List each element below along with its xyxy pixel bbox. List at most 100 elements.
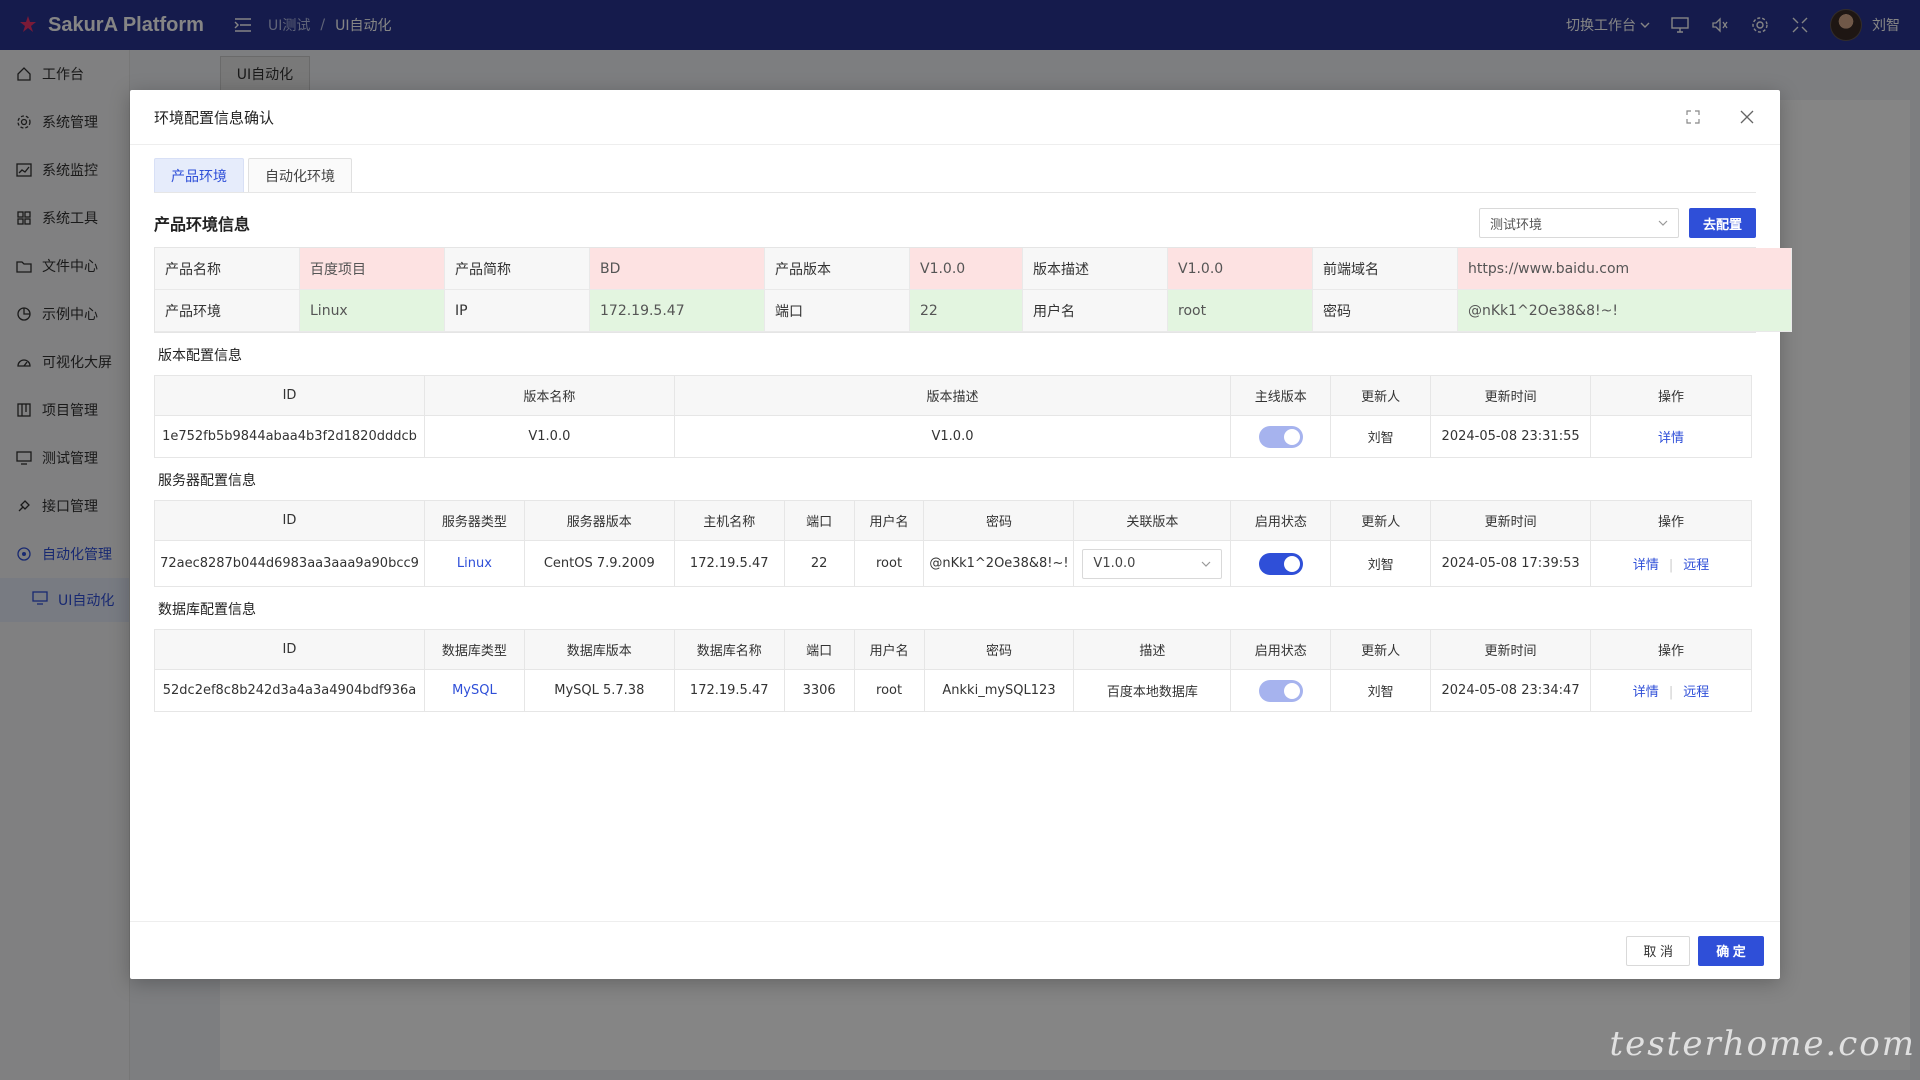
product-info-grid: 产品名称 百度项目 产品简称 BD 产品版本 V1.0.0 版本描述 V1.0.… (154, 247, 1792, 333)
info-label: 产品版本 (765, 248, 910, 290)
info-label: IP (445, 290, 590, 332)
cell-enabled (1230, 669, 1332, 712)
db-table: ID 数据库类型 数据库版本 数据库名称 端口 用户名 密码 描述 启用状态 更… (154, 629, 1752, 712)
info-value: V1.0.0 (910, 248, 1023, 290)
table-row: 1e752fb5b9844abaa4b3f2d1820dddcb V1.0.0 … (154, 415, 1752, 458)
watermark: testerhome.com (1609, 1024, 1916, 1064)
cell-db-type: MySQL (423, 669, 525, 712)
dialog-footer: 取 消 确 定 (130, 921, 1780, 979)
column-header: ID (154, 375, 425, 416)
cell-id: 1e752fb5b9844abaa4b3f2d1820dddcb (154, 415, 425, 458)
table-row: 72aec8287b044d6983aa3aaa9a90bcc9 Linux C… (154, 540, 1752, 587)
env-confirm-dialog: 环境配置信息确认 产品环境 自动化环境 产品环境信息 测试环境 去配置 产品名称… (130, 90, 1792, 979)
info-value: BD (590, 248, 765, 290)
info-value: Linux (300, 290, 445, 332)
linked-version-value: V1.0.0 (1093, 556, 1136, 571)
tab-product-env[interactable]: 产品环境 (154, 158, 244, 192)
info-value: 172.19.5.47 (590, 290, 765, 332)
info-label: 产品环境 (155, 290, 300, 332)
column-header: 版本描述 (673, 375, 1232, 416)
column-header: 更新时间 (1430, 375, 1592, 416)
info-label: 产品简称 (445, 248, 590, 290)
env-select[interactable]: 测试环境 (1478, 208, 1679, 238)
column-header: 启用状态 (1230, 629, 1332, 670)
mainline-switch[interactable] (1258, 425, 1303, 448)
config-button[interactable]: 去配置 (1688, 208, 1756, 238)
column-header: 主线版本 (1230, 375, 1332, 416)
info-value: root (1168, 290, 1313, 332)
column-header: 服务器版本 (523, 500, 675, 541)
column-header: 更新时间 (1430, 500, 1592, 541)
remote-link[interactable]: 远程 (1683, 685, 1709, 700)
close-icon[interactable] (1738, 108, 1756, 126)
column-header: 端口 (783, 629, 855, 670)
info-label: 前端域名 (1313, 248, 1458, 290)
column-header: 启用状态 (1230, 500, 1332, 541)
column-header: 更新人 (1330, 500, 1432, 541)
column-header: ID (154, 500, 425, 541)
enabled-switch[interactable] (1258, 552, 1303, 575)
detail-link[interactable]: 详情 (1658, 431, 1684, 446)
cell-db-name: 172.19.5.47 (673, 669, 785, 712)
column-header: ID (154, 629, 425, 670)
cell-db-version: MySQL 5.7.38 (523, 669, 675, 712)
server-section-title: 服务器配置信息 (158, 473, 256, 489)
cell-actions: 详情 (1590, 415, 1752, 458)
remote-link[interactable]: 远程 (1683, 558, 1709, 573)
server-table: ID 服务器类型 服务器版本 主机名称 端口 用户名 密码 关联版本 启用状态 … (154, 500, 1752, 587)
info-label: 端口 (765, 290, 910, 332)
table-row: 52dc2ef8c8b242d3a4a3a4904bdf936a MySQL M… (154, 669, 1752, 712)
cell-updated: 2024-05-08 17:39:53 (1430, 540, 1592, 587)
ok-button[interactable]: 确 定 (1698, 935, 1764, 966)
info-label: 版本描述 (1023, 248, 1168, 290)
column-header: 数据库类型 (423, 629, 525, 670)
column-header: 密码 (923, 500, 1075, 541)
column-header: 数据库版本 (523, 629, 675, 670)
info-label: 用户名 (1023, 290, 1168, 332)
column-header: 用户名 (853, 629, 925, 670)
cell-server-type: Linux (423, 540, 525, 587)
enabled-switch[interactable] (1258, 679, 1303, 702)
dialog-header: 环境配置信息确认 (130, 90, 1780, 145)
column-header: 操作 (1590, 500, 1752, 541)
cell-server-version: CentOS 7.9.2009 (523, 540, 675, 587)
db-type-link[interactable]: MySQL (452, 683, 497, 698)
column-header: 服务器类型 (423, 500, 525, 541)
cell-id: 72aec8287b044d6983aa3aaa9a90bcc9 (154, 540, 425, 587)
tab-automation-env[interactable]: 自动化环境 (248, 158, 352, 192)
product-env-title: 产品环境信息 (154, 215, 251, 234)
chevron-down-icon (1201, 561, 1211, 567)
info-value: 百度项目 (300, 248, 445, 290)
column-header: 更新时间 (1430, 629, 1592, 670)
dialog-title: 环境配置信息确认 (154, 108, 275, 127)
cell-linked-version: V1.0.0 (1073, 540, 1232, 587)
cell-password: @nKk1^2Oe38&8!~! (923, 540, 1075, 587)
cell-user: root (853, 540, 925, 587)
server-type-link[interactable]: Linux (457, 556, 492, 571)
cell-updater: 刘智 (1330, 415, 1432, 458)
info-value: 22 (910, 290, 1023, 332)
detail-link[interactable]: 详情 (1633, 685, 1659, 700)
cell-updater: 刘智 (1330, 669, 1432, 712)
cell-updated: 2024-05-08 23:34:47 (1430, 669, 1592, 712)
cell-desc: 百度本地数据库 (1073, 669, 1232, 712)
detail-link[interactable]: 详情 (1633, 558, 1659, 573)
column-header: 端口 (783, 500, 855, 541)
cell-port: 3306 (783, 669, 855, 712)
cell-password: Ankki_mySQL123 (923, 669, 1075, 712)
cell-updater: 刘智 (1330, 540, 1432, 587)
maximize-icon[interactable] (1684, 108, 1702, 126)
cell-version-desc: V1.0.0 (673, 415, 1232, 458)
cancel-button[interactable]: 取 消 (1626, 935, 1690, 966)
info-label: 密码 (1313, 290, 1458, 332)
column-header: 操作 (1590, 629, 1752, 670)
cell-updated: 2024-05-08 23:31:55 (1430, 415, 1592, 458)
column-header: 版本名称 (423, 375, 675, 416)
column-header: 关联版本 (1073, 500, 1232, 541)
version-section-title: 版本配置信息 (158, 348, 242, 364)
env-tabs: 产品环境 自动化环境 (154, 157, 1756, 193)
column-header: 描述 (1073, 629, 1232, 670)
linked-version-select[interactable]: V1.0.0 (1082, 548, 1223, 579)
cell-user: root (853, 669, 925, 712)
info-value: https://www.baidu.com (1458, 248, 1792, 290)
